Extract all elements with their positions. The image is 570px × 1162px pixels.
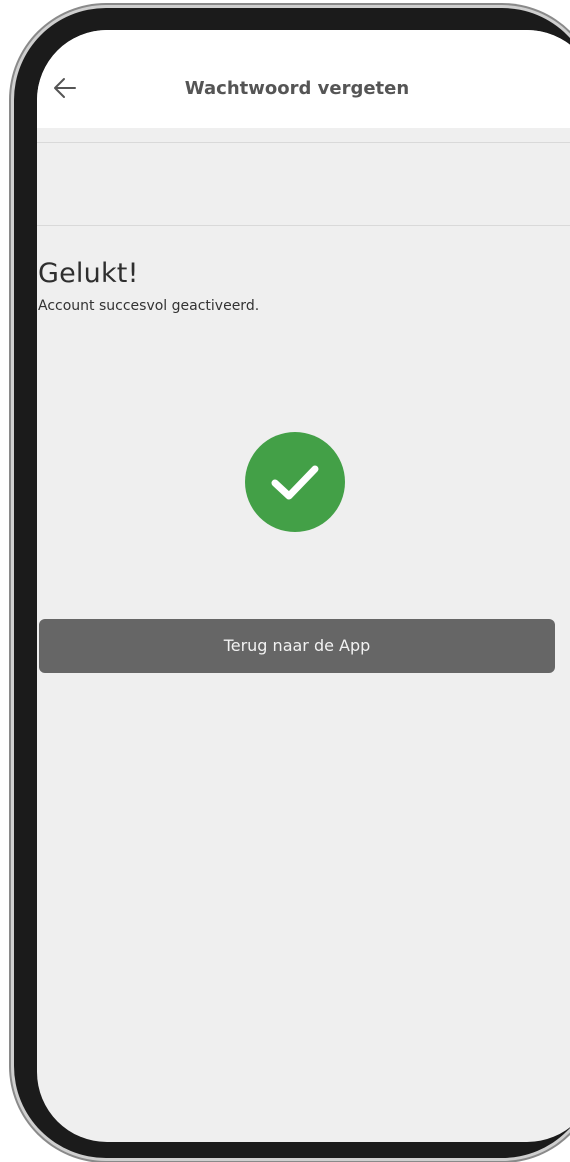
success-title: Gelukt! <box>38 258 139 289</box>
app-screen: Wachtwoord vergeten Gelukt! Account succ… <box>37 30 570 1142</box>
app-header: Wachtwoord vergeten <box>37 30 570 128</box>
return-to-app-button[interactable]: Terug naar de App <box>39 619 555 673</box>
divider <box>37 225 570 226</box>
checkmark-icon <box>271 465 319 500</box>
success-message: Account succesvol geactiveerd. <box>38 298 260 314</box>
divider <box>37 142 570 143</box>
check-circle-icon <box>245 432 345 532</box>
page-title: Wachtwoord vergeten <box>184 78 410 99</box>
device-mockup: Wachtwoord vergeten Gelukt! Account succ… <box>0 0 570 1162</box>
